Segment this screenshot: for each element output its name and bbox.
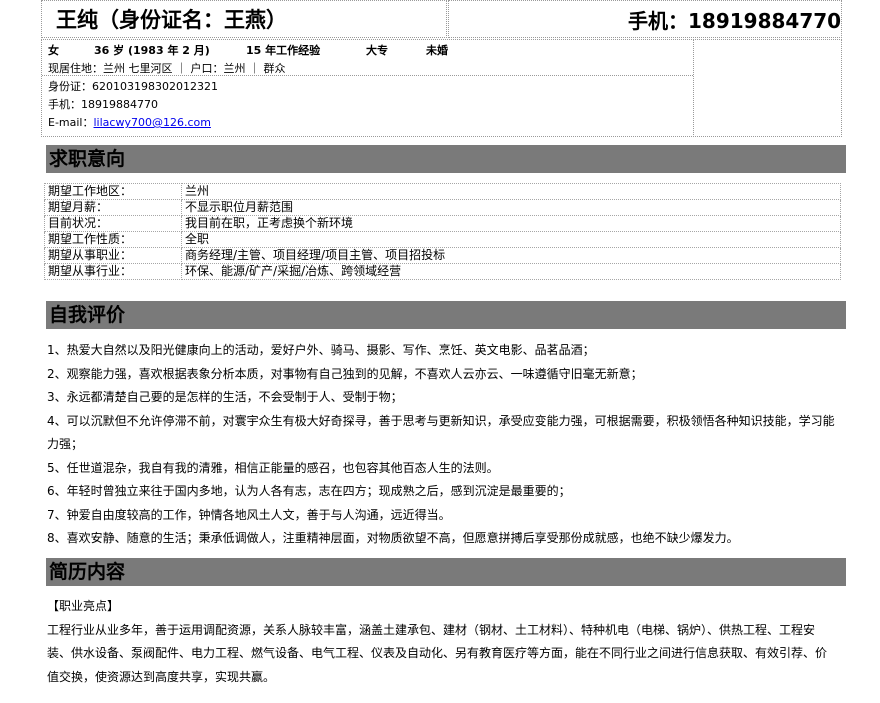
candidate-phone-title: 手机：18919884770 [628, 9, 842, 33]
table-row: 期望从事职业： 商务经理/主管、项目经理/项目主管、项目招投标 [44, 247, 841, 264]
table-row: 期望工作性质： 全职 [44, 231, 841, 248]
intent-key: 期望从事职业： [44, 247, 182, 264]
intent-value: 商务经理/主管、项目经理/项目主管、项目招投标 [181, 247, 841, 264]
mobile-row: 手机：18919884770 [48, 96, 158, 112]
email-row: E-mail：lilacwy700@126.com [48, 114, 211, 130]
intent-value: 全职 [181, 231, 841, 248]
residence-value: 兰州 七里河区 ｜ 户口：兰州 ｜ 群众 [103, 62, 286, 75]
meta-gender: 女 [48, 44, 59, 57]
intent-value: 我目前在职，正考虑换个新环境 [181, 215, 841, 232]
intent-key: 期望工作性质： [44, 231, 182, 248]
intent-table: 期望工作地区： 兰州 期望月薪： 不显示职位月薪范围 目前状况： 我目前在职，正考虑换… [44, 183, 841, 280]
mobile-label: 手机： [48, 98, 81, 111]
intent-key: 目前状况： [44, 215, 182, 232]
table-row: 期望工作地区： 兰州 [44, 183, 841, 200]
intent-key: 期望从事行业： [44, 263, 182, 280]
info-divider [693, 40, 694, 135]
list-item: 1、热爱大自然以及阳光健康向上的活动，爱好户外、骑马、摄影、写作、烹饪、英文电影… [47, 343, 595, 357]
section-heading-self-eval: 自我评价 [46, 301, 846, 329]
section-heading-resume: 简历内容 [46, 558, 846, 586]
self-eval-list: 1、热爱大自然以及阳光健康向上的活动，爱好户外、骑马、摄影、写作、烹饪、英文电影… [47, 339, 837, 551]
meta-experience: 15 年工作经验 [246, 44, 321, 57]
intent-value: 环保、能源/矿产/采掘/冶炼、跨领域经营 [181, 263, 841, 280]
list-item: 8、喜欢安静、随意的生活；秉承低调做人，注重精神层面，对物质欲望不高，但愿意拼搏… [47, 531, 739, 545]
email-label: E-mail： [48, 116, 94, 129]
email-link[interactable]: lilacwy700@126.com [94, 116, 211, 129]
meta-education: 大专 [366, 44, 388, 57]
intent-key: 期望月薪： [44, 199, 182, 216]
list-item: 6、年轻时曾独立来往于国内多地，认为人各有志，志在四方；现成熟之后，感到沉淀是最… [47, 484, 571, 498]
table-row: 期望从事行业： 环保、能源/矿产/采掘/冶炼、跨领域经营 [44, 263, 841, 280]
id-label: 身份证： [48, 80, 92, 93]
resume-content: 【职业亮点】 工程行业从业多年，善于运用调配资源，关系人脉较丰富，涵盖土建承包、… [47, 595, 837, 689]
section-heading-intent: 求职意向 [46, 145, 846, 173]
candidate-name: 王纯（身份证名：王燕） [56, 8, 287, 32]
intent-value: 不显示职位月薪范围 [181, 199, 841, 216]
list-item: 7、钟爱自由度较高的工作，钟情各地风土人文，善于与人沟通，远近得当。 [47, 507, 451, 522]
table-row: 期望月薪： 不显示职位月薪范围 [44, 199, 841, 216]
id-row: 身份证：620103198302012321 [48, 78, 218, 94]
residence-label: 现居住地： [48, 62, 103, 75]
mobile-value: 18919884770 [81, 98, 158, 111]
meta-marital: 未婚 [426, 44, 448, 57]
intent-key: 期望工作地区： [44, 183, 182, 200]
highlight-label: 【职业亮点】 [47, 599, 120, 613]
highlight-text: 工程行业从业多年，善于运用调配资源，关系人脉较丰富，涵盖土建承包、建材（钢材、土… [47, 622, 828, 684]
id-value: 620103198302012321 [92, 80, 218, 93]
list-item: 2、观察能力强，喜欢根据表象分析本质，对事物有自己独到的见解，不喜欢人云亦云、一… [47, 366, 643, 381]
intent-value: 兰州 [181, 183, 841, 200]
list-item: 5、任世道混杂，我自有我的清雅，相信正能量的感召，也包容其他百态人生的法则。 [47, 460, 499, 475]
meta-age: 36 岁 (1983 年 2 月) [94, 44, 210, 57]
list-item: 4、可以沉默但不允许停滞不前，对寰宇众生有极大好奇探寻，善于思考与更新知识，承受… [47, 413, 835, 452]
residence-row: 现居住地：兰州 七里河区 ｜ 户口：兰州 ｜ 群众 [48, 60, 285, 76]
list-item: 3、永远都清楚自己要的是怎样的生活，不会受制于人、受制于物； [47, 390, 403, 404]
table-row: 目前状况： 我目前在职，正考虑换个新环境 [44, 215, 841, 232]
